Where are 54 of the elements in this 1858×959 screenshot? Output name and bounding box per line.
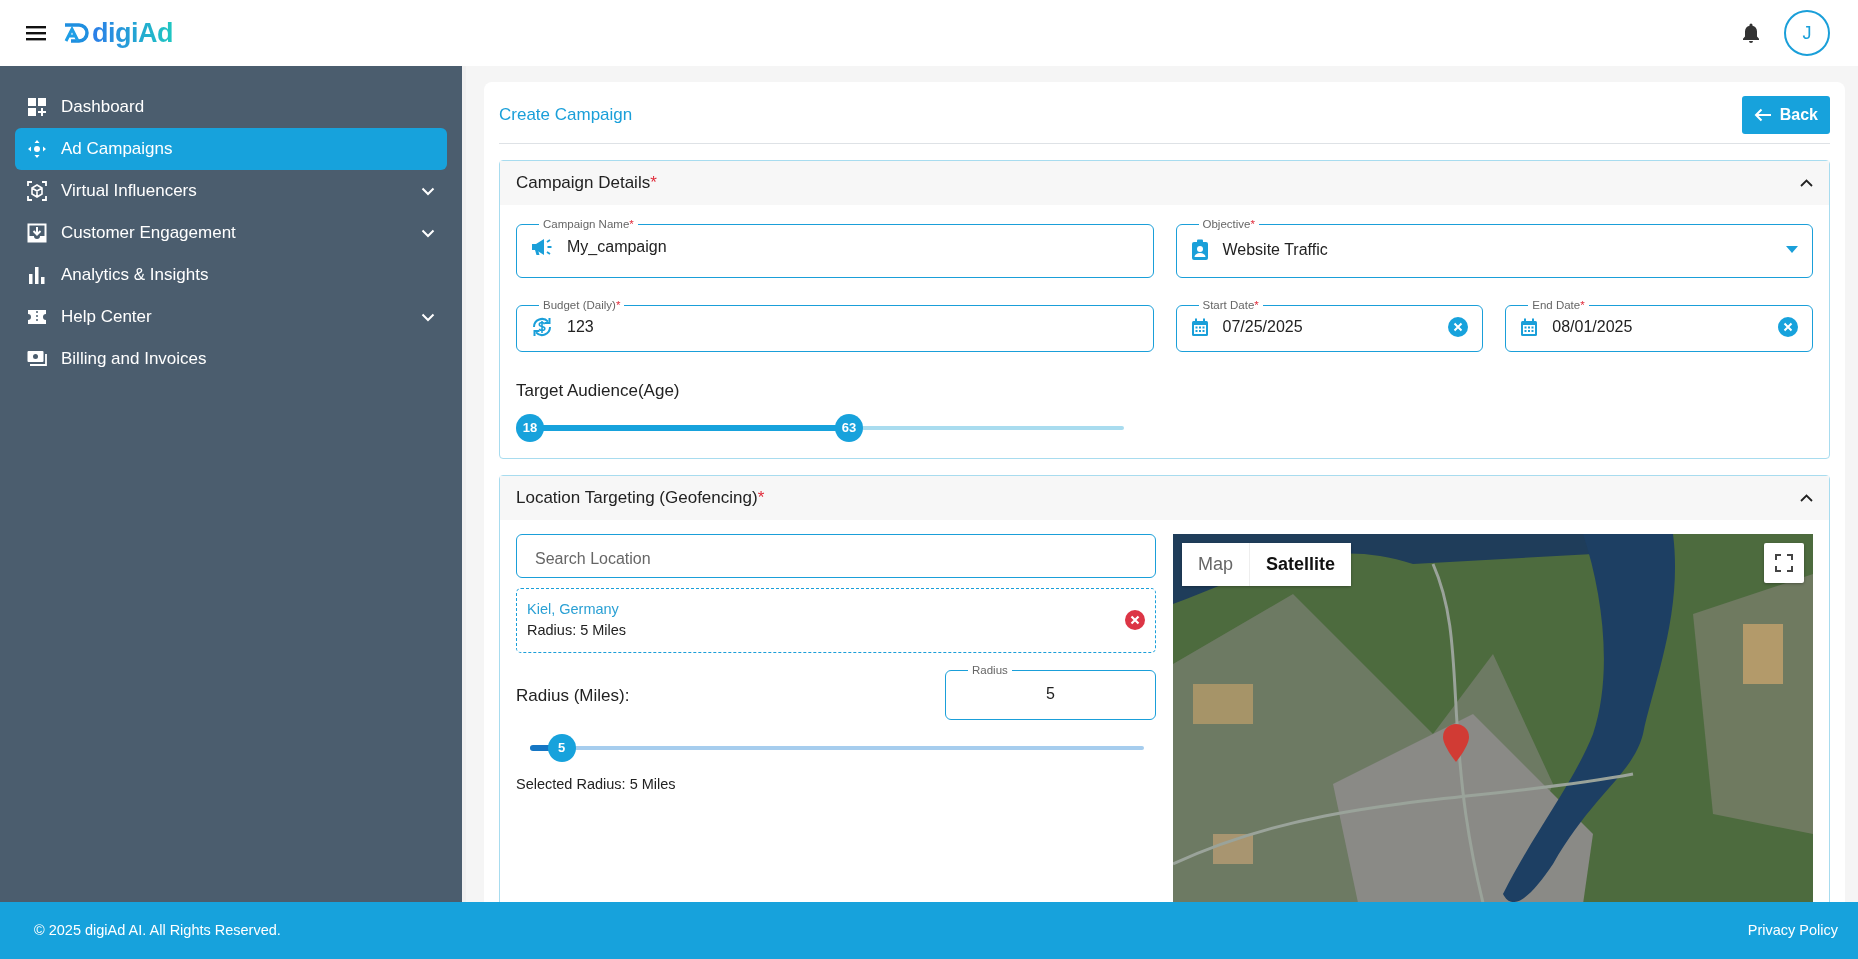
logo-icon [62, 21, 92, 45]
calendar-icon [1190, 317, 1209, 337]
search-field[interactable]: Search Location [516, 533, 1156, 578]
chevron-up-icon[interactable] [1800, 493, 1813, 502]
cash-icon [27, 349, 47, 369]
id-badge-icon [1190, 238, 1209, 261]
sidebar-item[interactable]: Billing and Invoices [15, 338, 447, 380]
clear-icon [1778, 317, 1798, 337]
menu-icon[interactable] [26, 25, 46, 41]
start-date-field[interactable]: Start Date* 07/25/2025 [1175, 299, 1484, 352]
radius-text: Radius: 5 Miles [527, 621, 627, 641]
radius-label: Radius (Miles): [516, 685, 630, 707]
ticket-icon [27, 307, 47, 327]
end-date-field[interactable]: End Date* 08/01/2025 [1505, 299, 1813, 352]
sidebar-item[interactable]: Help Center [15, 296, 447, 338]
page-title: Create Campaign [499, 104, 633, 127]
radius-field[interactable]: Radius 5 [945, 665, 1156, 720]
sidebar-item[interactable]: Customer Engagement [15, 212, 447, 254]
calendar-icon [1520, 317, 1539, 337]
chevron-down-icon[interactable] [421, 228, 435, 238]
campaign-name-field[interactable]: Campaign Name* My_campaign [516, 219, 1154, 278]
bar-chart-icon [27, 265, 47, 285]
section-label: Target Audience(Age) [516, 380, 681, 402]
download-tray-icon [27, 223, 47, 243]
dashboard-icon [27, 97, 47, 117]
section-title: Campaign Details* [516, 172, 657, 195]
chevron-up-icon[interactable] [1800, 179, 1813, 187]
fullscreen-icon [1775, 553, 1793, 572]
dollar-refresh-icon [531, 316, 553, 338]
clear-icon [1448, 317, 1469, 337]
close-circle-icon [1125, 610, 1145, 631]
caret-down-icon [1786, 246, 1798, 253]
bell-icon[interactable] [1742, 23, 1760, 43]
fullscreen-button[interactable] [1764, 542, 1804, 583]
map-type-tab[interactable]: Map [1182, 542, 1249, 586]
map-marker-icon[interactable] [1441, 722, 1470, 763]
selected-radius-text: Selected Radius: 5 Miles [516, 774, 677, 794]
arrow-left-icon [1753, 108, 1772, 122]
sidebar-item[interactable]: Analytics & Insights [15, 254, 447, 296]
cube-icon [27, 181, 47, 201]
remove-button[interactable] [1125, 610, 1145, 631]
move-icon [27, 139, 47, 159]
clear-button[interactable] [1778, 317, 1798, 337]
chevron-down-icon[interactable] [421, 312, 435, 322]
budget-field[interactable]: Budget (Daily)* 123 [516, 299, 1154, 352]
copyright-text: © 2025 digiAd AI. All Rights Reserved. [34, 920, 281, 940]
section-title: Location Targeting (Geofencing)* [516, 486, 765, 509]
map-type-tab[interactable]: Satellite [1249, 542, 1352, 586]
clear-button[interactable] [1448, 317, 1469, 337]
chevron-down-icon[interactable] [421, 186, 435, 196]
megaphone-icon [531, 237, 553, 256]
objective-dropdown[interactable]: Objective* Website Traffic [1175, 219, 1813, 278]
sidebar-item[interactable]: Virtual Influencers [15, 170, 447, 212]
sidebar-item[interactable]: Dashboard [15, 86, 447, 128]
